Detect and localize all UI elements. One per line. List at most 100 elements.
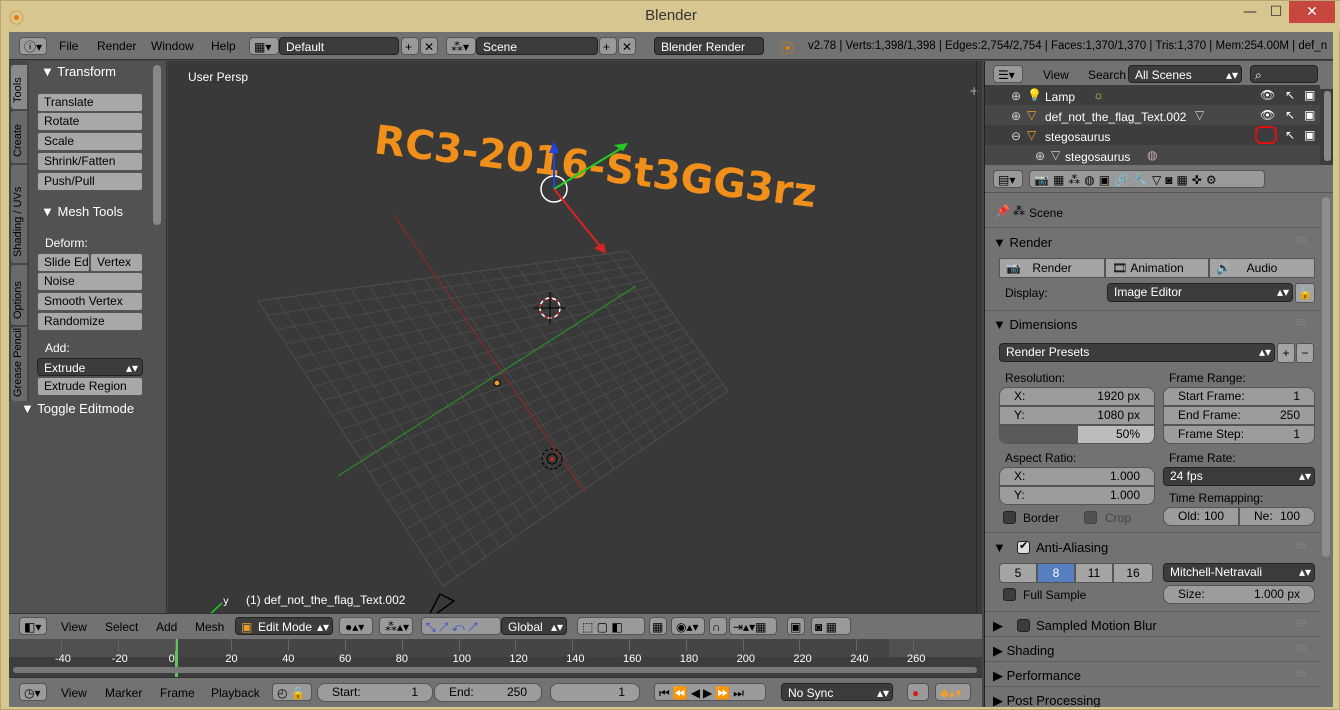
- sync-mode-select[interactable]: No Sync ▴▾: [781, 683, 893, 701]
- outliner-search-input[interactable]: ⌕: [1250, 65, 1318, 83]
- scale-button[interactable]: Scale: [37, 132, 143, 151]
- toggle-editmode-header[interactable]: ▼ Toggle Editmode: [21, 401, 134, 416]
- scene-icon[interactable]: ⁂▾: [446, 37, 476, 55]
- proportional-edit-icon[interactable]: ◉▴▾: [671, 617, 705, 635]
- frame-rate-select[interactable]: 24 fps ▴▾: [1163, 467, 1315, 486]
- aspect-y-field[interactable]: Y: 1.000: [999, 486, 1155, 505]
- mesh-tools-panel-header[interactable]: ▼ Mesh Tools: [41, 204, 123, 219]
- timeline-menu-view[interactable]: View: [61, 686, 87, 700]
- shading-panel-header[interactable]: ▶ Shading: [993, 643, 1054, 659]
- menu-render[interactable]: Render: [97, 39, 136, 53]
- tab-create[interactable]: Create: [11, 111, 27, 163]
- render-button[interactable]: 📷 Render: [999, 258, 1105, 278]
- time-remap-new-field[interactable]: Ne: 100: [1239, 507, 1315, 526]
- editor-type-icon[interactable]: ◧▾: [19, 617, 47, 635]
- select-mode-icons[interactable]: ⬚ ▢ ◧: [577, 617, 645, 635]
- tab-options[interactable]: Options: [11, 265, 27, 325]
- timeline-menu-frame[interactable]: Frame: [160, 686, 195, 700]
- opengl-render-icon[interactable]: ▣: [787, 617, 805, 635]
- start-frame-prop-field[interactable]: Start Frame: 1: [1163, 387, 1315, 406]
- timeline-menu-playback[interactable]: Playback: [211, 686, 260, 700]
- playback-controls[interactable]: ⏮⏪◀▶⏩⏭: [654, 683, 766, 701]
- slide-edge-button[interactable]: Slide Ed: [37, 253, 90, 272]
- scene-selector[interactable]: Scene: [476, 37, 598, 55]
- transform-panel-header[interactable]: ▼ Transform: [41, 64, 116, 79]
- flag-text-object[interactable]: RC3-2016-St3GG3rz: [372, 117, 819, 217]
- maximize-button[interactable]: ☐: [1263, 1, 1289, 23]
- 3d-viewport[interactable]: User Persp RC3-2016-St3GG3rz y (1) def_n…: [168, 61, 982, 613]
- outliner-row-stegosaurus[interactable]: ⊖ ▽ stegosaurus ↖ ▣: [985, 125, 1320, 145]
- performance-panel-header[interactable]: ▶ Performance: [993, 668, 1081, 684]
- end-frame-prop-field[interactable]: End Frame: 250: [1163, 406, 1315, 425]
- properties-editor-type-icon[interactable]: ▤▾: [993, 170, 1023, 188]
- layout-selector[interactable]: Default: [279, 37, 399, 55]
- border-checkbox[interactable]: [1003, 511, 1016, 524]
- remove-preset-icon[interactable]: −: [1296, 343, 1314, 363]
- aa-samples-16[interactable]: 16: [1113, 563, 1153, 583]
- aa-samples-11[interactable]: 11: [1075, 563, 1113, 583]
- add-layout-icon[interactable]: +: [401, 37, 419, 55]
- menu-window[interactable]: Window: [151, 39, 194, 53]
- rotate-button[interactable]: Rotate: [37, 112, 143, 131]
- start-frame-field[interactable]: Start: 1: [317, 683, 433, 702]
- outliner-scrollbar[interactable]: [1324, 91, 1331, 161]
- tab-shading-uvs[interactable]: Shading / UVs: [11, 165, 27, 263]
- tab-tools[interactable]: Tools: [11, 65, 27, 109]
- aa-samples-5[interactable]: 5: [999, 563, 1037, 583]
- pin-icon[interactable]: 📌: [995, 204, 1010, 218]
- outliner-editor-type-icon[interactable]: ☰▾: [993, 65, 1023, 83]
- render-preview-icons[interactable]: ◙ ▦: [811, 617, 851, 635]
- record-icon[interactable]: ●: [907, 683, 929, 701]
- extrude-region-button[interactable]: Extrude Region: [37, 377, 143, 396]
- add-preset-icon[interactable]: +: [1277, 343, 1295, 363]
- translate-button[interactable]: Translate: [37, 93, 143, 112]
- add-scene-icon[interactable]: +: [599, 37, 617, 55]
- anti-aliasing-checkbox[interactable]: ✔: [1017, 539, 1030, 554]
- menu-mesh[interactable]: Mesh: [195, 620, 224, 634]
- properties-context-tabs[interactable]: 📷▦⁂◍▣🔗🔧▽◙▦✜⚙: [1029, 170, 1265, 188]
- dimensions-panel-header[interactable]: ▼ Dimensions: [993, 317, 1077, 332]
- snap-element-icon[interactable]: ⇥▴▾▦: [729, 617, 777, 635]
- render-presets-select[interactable]: Render Presets ▴▾: [999, 343, 1275, 362]
- smooth-vertex-button[interactable]: Smooth Vertex: [37, 292, 143, 311]
- aa-size-field[interactable]: Size: 1.000 px: [1163, 585, 1315, 604]
- layout-icon[interactable]: ▦▾: [249, 37, 279, 55]
- menu-add[interactable]: Add: [156, 620, 177, 634]
- camera-icon[interactable]: [426, 592, 456, 613]
- outliner-row-stegosaurus-mesh[interactable]: ⊕ ▽ stegosaurus ◍: [985, 145, 1320, 165]
- resolution-x-field[interactable]: X: 1920 px: [999, 387, 1155, 406]
- menu-help[interactable]: Help: [211, 39, 236, 53]
- tab-grease-pencil[interactable]: Grease Pencil: [11, 327, 27, 401]
- minimize-button[interactable]: —: [1237, 1, 1263, 23]
- preview-range-icons[interactable]: ◴ 🔒: [272, 683, 312, 701]
- remove-layout-icon[interactable]: ✕: [420, 37, 438, 55]
- viewport-shading-icon[interactable]: ●▴▾: [339, 617, 373, 635]
- tool-shelf-scrollbar[interactable]: [153, 65, 161, 225]
- outliner-row-lamp[interactable]: ⊕ 💡 Lamp ☼ 👁 ↖ ▣: [985, 85, 1320, 105]
- menu-file[interactable]: File: [59, 39, 78, 53]
- aspect-x-field[interactable]: X: 1.000: [999, 467, 1155, 486]
- transform-orientation-select[interactable]: Global ▴▾: [501, 617, 567, 635]
- outliner-filter-select[interactable]: All Scenes ▴▾: [1128, 65, 1242, 83]
- viewport-divider[interactable]: [976, 61, 982, 613]
- push-pull-button[interactable]: Push/Pull: [37, 172, 143, 191]
- time-remap-old-field[interactable]: Old: 100: [1163, 507, 1239, 526]
- resolution-y-field[interactable]: Y: 1080 px: [999, 406, 1155, 425]
- magnet-icon[interactable]: ∩: [709, 617, 727, 635]
- motion-blur-checkbox[interactable]: [1017, 619, 1030, 632]
- lock-icon[interactable]: 🔓: [1295, 283, 1315, 303]
- frame-step-field[interactable]: Frame Step: 1: [1163, 425, 1315, 444]
- timeline-menu-marker[interactable]: Marker: [105, 686, 142, 700]
- current-frame-field[interactable]: 1: [550, 683, 640, 702]
- motion-blur-panel-header[interactable]: ▶: [993, 618, 1003, 634]
- resolution-percentage-slider[interactable]: 50%: [999, 425, 1155, 444]
- menu-view[interactable]: View: [61, 620, 87, 634]
- keyframe-icon[interactable]: ◆▴▾: [935, 683, 971, 701]
- timeline-editor-type-icon[interactable]: ◷▾: [19, 683, 47, 701]
- info-editor-type-icon[interactable]: ⓘ▾: [19, 37, 47, 55]
- outliner-menu-view[interactable]: View: [1043, 68, 1069, 82]
- pivot-point-icon[interactable]: ⁂▴▾: [379, 617, 413, 635]
- outliner-menu-search[interactable]: Search: [1088, 68, 1126, 82]
- anti-aliasing-panel-header[interactable]: ▼: [993, 540, 1006, 555]
- audio-button[interactable]: 🔊 Audio: [1209, 258, 1315, 278]
